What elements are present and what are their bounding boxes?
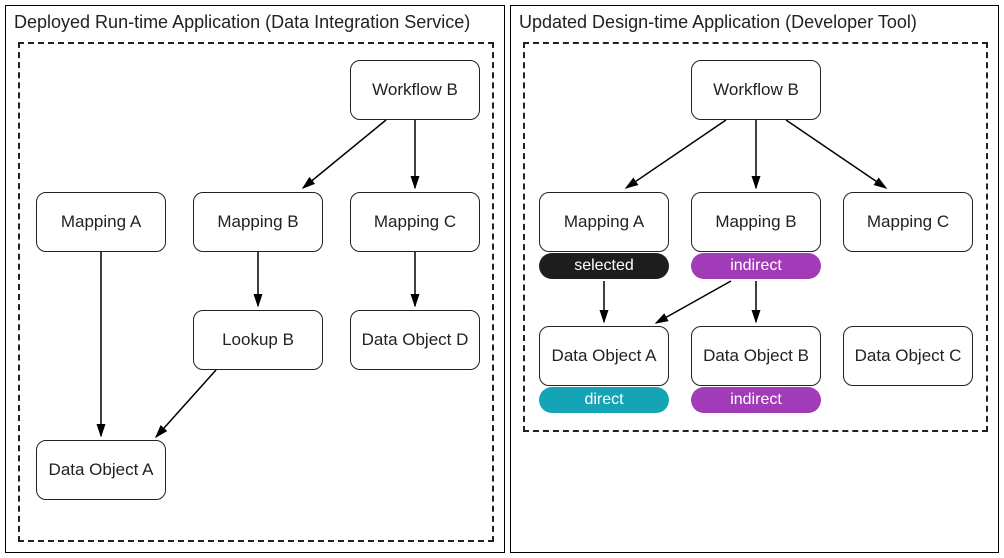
- badge-label: selected: [574, 257, 634, 275]
- node-data-object-b-right: Data Object B: [691, 326, 821, 386]
- node-mapping-a-right: Mapping A: [539, 192, 669, 252]
- node-data-object-d-left: Data Object D: [350, 310, 480, 370]
- node-mapping-b-left: Mapping B: [193, 192, 323, 252]
- designtime-panel: Updated Design-time Application (Develop…: [510, 5, 999, 553]
- badge-direct: direct: [539, 387, 669, 413]
- node-data-object-c-right: Data Object C: [843, 326, 973, 386]
- node-lookup-b-left: Lookup B: [193, 310, 323, 370]
- badge-label: direct: [584, 391, 623, 409]
- node-label: Data Object A: [49, 460, 154, 480]
- node-label: Mapping C: [374, 212, 456, 232]
- node-label: Mapping B: [715, 212, 796, 232]
- badge-indirect-mapping-b: indirect: [691, 253, 821, 279]
- badge-label: indirect: [730, 257, 782, 275]
- node-label: Lookup B: [222, 330, 294, 350]
- node-label: Mapping A: [61, 212, 141, 232]
- node-mapping-c-left: Mapping C: [350, 192, 480, 252]
- node-label: Mapping C: [867, 212, 949, 232]
- node-workflow-b-right: Workflow B: [691, 60, 821, 120]
- node-data-object-a-left: Data Object A: [36, 440, 166, 500]
- node-label: Workflow B: [713, 80, 799, 100]
- node-data-object-a-right: Data Object A: [539, 326, 669, 386]
- node-label: Data Object A: [552, 346, 657, 366]
- node-mapping-c-right: Mapping C: [843, 192, 973, 252]
- node-label: Mapping B: [217, 212, 298, 232]
- runtime-panel-title: Deployed Run-time Application (Data Inte…: [14, 12, 470, 33]
- designtime-panel-title: Updated Design-time Application (Develop…: [519, 12, 917, 33]
- node-mapping-b-right: Mapping B: [691, 192, 821, 252]
- badge-label: indirect: [730, 391, 782, 409]
- node-label: Workflow B: [372, 80, 458, 100]
- badge-selected: selected: [539, 253, 669, 279]
- node-workflow-b-left: Workflow B: [350, 60, 480, 120]
- node-label: Data Object D: [362, 330, 469, 350]
- badge-indirect-data-object-b: indirect: [691, 387, 821, 413]
- runtime-panel: Deployed Run-time Application (Data Inte…: [5, 5, 505, 553]
- node-label: Data Object B: [703, 346, 809, 366]
- node-label: Data Object C: [855, 346, 962, 366]
- node-label: Mapping A: [564, 212, 644, 232]
- node-mapping-a-left: Mapping A: [36, 192, 166, 252]
